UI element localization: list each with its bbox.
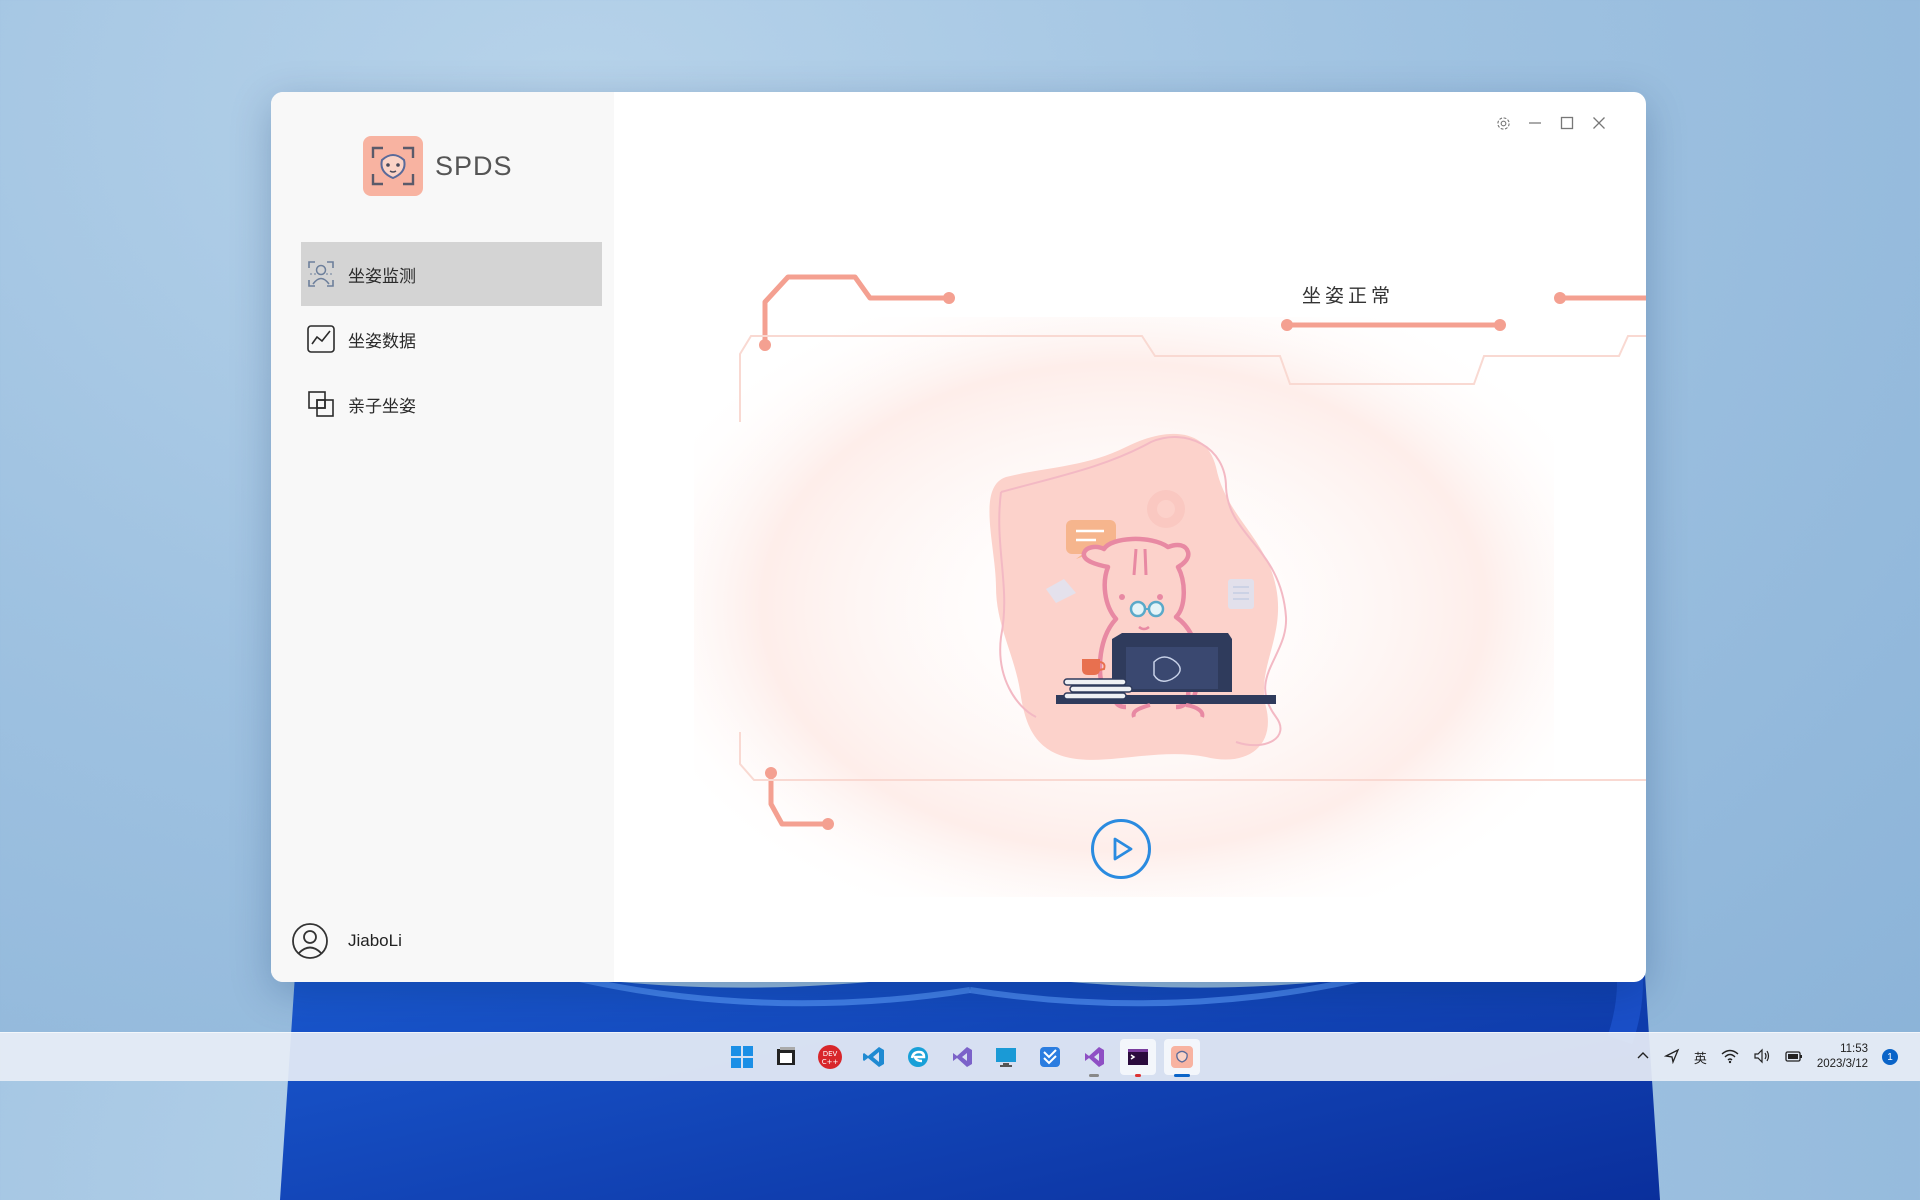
- svg-text:DEV: DEV: [823, 1050, 838, 1058]
- active-indicator: [1174, 1074, 1190, 1077]
- sidebar-nav: 坐姿监测 坐姿数据 亲子坐姿: [301, 242, 602, 437]
- running-indicator: [1135, 1074, 1141, 1077]
- clock-time: 11:53: [1840, 1043, 1868, 1055]
- edge-icon[interactable]: [900, 1039, 936, 1075]
- svg-text:C++: C++: [822, 1058, 839, 1066]
- chevron-up-icon[interactable]: [1636, 1049, 1650, 1066]
- visual-studio-preview-icon[interactable]: [1076, 1039, 1112, 1077]
- sidebar-item-label: 坐姿数据: [348, 331, 416, 351]
- taskbar-apps: DEV C++: [724, 1039, 1200, 1077]
- sidebar: SPDS 坐姿监测 坐姿数据 亲子坐姿 JiaboLi: [271, 92, 614, 982]
- sidebar-item-parent-child[interactable]: 亲子坐姿: [301, 372, 602, 436]
- user-profile[interactable]: JiaboLi: [291, 922, 402, 960]
- app-title: SPDS: [435, 150, 513, 181]
- file-explorer-icon[interactable]: [768, 1039, 804, 1075]
- ime-indicator[interactable]: 英: [1694, 1048, 1707, 1067]
- user-name: JiaboLi: [348, 931, 402, 950]
- volume-icon[interactable]: [1753, 1048, 1771, 1067]
- wifi-icon[interactable]: [1721, 1048, 1739, 1067]
- vscode-icon[interactable]: [856, 1039, 892, 1075]
- taskbar: DEV C++ 英 11:53 2023/3/12 1: [0, 1032, 1920, 1081]
- remote-desktop-icon[interactable]: [988, 1039, 1024, 1075]
- posture-monitor-icon: [304, 257, 338, 291]
- windows-start-icon[interactable]: [724, 1039, 760, 1075]
- play-button[interactable]: [1091, 819, 1151, 879]
- sidebar-item-posture-monitor[interactable]: 坐姿监测: [301, 242, 602, 306]
- play-icon: [1113, 837, 1133, 861]
- system-tray: 英 11:53 2023/3/12 1: [1636, 1033, 1898, 1081]
- sidebar-item-posture-data[interactable]: 坐姿数据: [301, 307, 602, 371]
- clock[interactable]: 11:53 2023/3/12: [1817, 1042, 1868, 1072]
- location-arrow-icon[interactable]: [1663, 1048, 1680, 1067]
- app-window: SPDS 坐姿监测 坐姿数据 亲子坐姿 JiaboLi 坐姿正常: [271, 92, 1646, 982]
- notification-badge[interactable]: 1: [1882, 1049, 1898, 1065]
- dev-cpp-icon[interactable]: DEV C++: [812, 1039, 848, 1075]
- clock-date: 2023/3/12: [1816, 1058, 1868, 1070]
- hamster-laptop-illustration: [989, 433, 1288, 760]
- spds-app-icon[interactable]: [1164, 1039, 1200, 1077]
- sidebar-item-label: 坐姿监测: [348, 266, 416, 286]
- hamster-face-icon: [363, 136, 423, 196]
- battery-icon[interactable]: [1785, 1048, 1803, 1067]
- running-indicator: [1089, 1074, 1099, 1077]
- parent-child-icon: [304, 387, 338, 421]
- terminal-icon[interactable]: [1120, 1039, 1156, 1077]
- app-logo: SPDS: [363, 136, 513, 196]
- kanban-icon[interactable]: [1032, 1039, 1068, 1075]
- user-circle-icon: [292, 923, 328, 959]
- line-chart-icon: [304, 322, 338, 356]
- sidebar-item-label: 亲子坐姿: [348, 396, 416, 416]
- posture-status-label: 坐姿正常: [1301, 285, 1394, 307]
- visual-studio-icon[interactable]: [944, 1039, 980, 1075]
